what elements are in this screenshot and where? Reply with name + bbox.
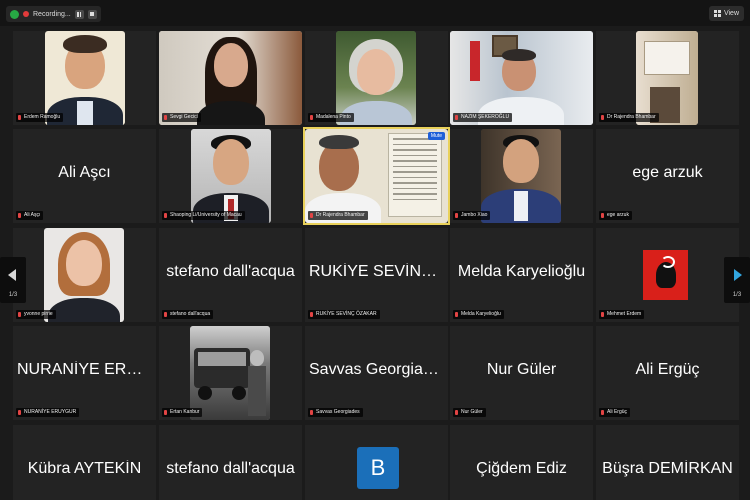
participant-video xyxy=(159,31,302,125)
participant-tile[interactable]: Dr Rajendra Bhambar xyxy=(596,31,739,125)
participant-tile[interactable]: Savvas Georgiades Savvas Georgiades xyxy=(305,326,448,420)
active-speaker-tile[interactable]: Mute Dr Rajendra Bhambar xyxy=(303,127,450,225)
page-indicator: 1/3 xyxy=(8,292,18,298)
previous-page-button[interactable]: 1/3 xyxy=(0,257,26,303)
participant-tile[interactable]: Büşra DEMİRKAN xyxy=(596,425,739,500)
next-page-button[interactable]: 1/3 xyxy=(724,257,750,303)
view-button[interactable]: View xyxy=(708,6,744,21)
participant-name: NAZIM ŞEKEROĞLU xyxy=(453,113,513,122)
participant-tile[interactable]: Nur Güler Nur Güler xyxy=(450,326,593,420)
participant-tile[interactable]: stefano dall'acqua xyxy=(159,425,302,500)
participant-name: RUKİYE SEVİNÇ ÖZAKAR xyxy=(308,310,380,319)
participant-tile[interactable]: Ertan Kanbur xyxy=(159,326,302,420)
participant-tile[interactable]: Mehmet Erdem xyxy=(596,228,739,322)
participant-video xyxy=(450,31,593,125)
participant-name: yvonne pirrie xyxy=(16,310,56,319)
participant-name: Melda Karyelioğlu xyxy=(453,310,504,319)
participant-name: stefano dall'acqua xyxy=(162,310,214,319)
participant-display-name: Nur Güler xyxy=(486,361,557,378)
participant-tile[interactable]: NURANİYE ERUY... NURANİYE ERUYGUR xyxy=(13,326,156,420)
shared-video xyxy=(305,129,448,223)
participant-tile[interactable]: Çiğdem Ediz xyxy=(450,425,593,500)
participant-tile[interactable]: Ali Aşcı Ali Aşçı xyxy=(13,129,156,223)
participant-name: ege arzuk xyxy=(599,211,632,220)
participant-video xyxy=(636,31,698,125)
participant-display-name: stefano dall'acqua xyxy=(166,263,295,280)
participant-name: Mehmet Erdem xyxy=(599,310,645,319)
participant-tile[interactable]: Madalena Pinto xyxy=(305,31,448,125)
mute-badge[interactable]: Mute xyxy=(427,132,445,140)
meeting-top-bar: Recording... View xyxy=(0,0,750,26)
participant-display-name: Savvas Georgiades xyxy=(309,361,444,378)
participant-tile[interactable]: Kübra AYTEKİN xyxy=(13,425,156,500)
participant-tile[interactable]: Melda Karyelioğlu Melda Karyelioğlu xyxy=(450,228,593,322)
participant-display-name: NURANİYE ERUY... xyxy=(17,361,152,378)
participant-name: Jambo Xiao xyxy=(453,211,491,220)
participant-tile[interactable]: Jambo Xiao xyxy=(450,129,593,223)
participant-display-name: Ali Ergüç xyxy=(635,361,700,378)
participant-name: Ali Aşçı xyxy=(16,211,44,220)
participant-display-name: stefano dall'acqua xyxy=(166,460,295,477)
recording-label: Recording... xyxy=(33,10,71,18)
participant-video xyxy=(481,129,561,223)
participant-display-name: ege arzuk xyxy=(632,164,703,181)
participant-name: NURANİYE ERUYGUR xyxy=(16,408,80,417)
participant-name: Erdem Ramoğlu xyxy=(16,113,64,122)
participant-tile[interactable]: stefano dall'acqua stefano dall'acqua xyxy=(159,228,302,322)
participant-video xyxy=(190,326,270,420)
participant-tile[interactable]: yvonne pirrie xyxy=(13,228,156,322)
participant-video xyxy=(336,31,416,125)
participant-video xyxy=(191,129,271,223)
participant-display-name: Ali Aşcı xyxy=(58,164,111,181)
participant-display-name: Çiğdem Ediz xyxy=(476,460,567,477)
stop-recording-icon[interactable] xyxy=(87,9,97,19)
participant-name: Ertan Kanbur xyxy=(162,408,203,417)
chevron-left-icon xyxy=(8,269,16,281)
participant-avatar: B xyxy=(357,447,399,489)
grid-view-icon xyxy=(713,10,721,17)
participant-tile[interactable]: B xyxy=(305,425,448,500)
participant-video xyxy=(45,31,125,125)
participant-name: Sevgi Gecici xyxy=(162,113,201,122)
recording-dot-icon xyxy=(23,11,29,17)
chevron-right-icon xyxy=(734,269,742,281)
participant-display-name: Büşra DEMİRKAN xyxy=(602,460,733,477)
participant-name: Dr Rajendra Bhambar xyxy=(599,113,659,122)
security-shield-icon xyxy=(10,9,19,19)
participant-name: Shaoping Li/University of Macau xyxy=(162,211,245,220)
participant-tile[interactable]: NAZIM ŞEKEROĞLU xyxy=(450,31,593,125)
participant-name: Dr Rajendra Bhambar xyxy=(308,211,368,220)
participant-display-name: Kübra AYTEKİN xyxy=(27,460,142,477)
recording-indicator[interactable]: Recording... xyxy=(6,6,101,22)
participant-tile[interactable]: Erdem Ramoğlu xyxy=(13,31,156,125)
participant-tile[interactable]: Shaoping Li/University of Macau xyxy=(159,129,302,223)
participant-tile[interactable]: ege arzuk ege arzuk xyxy=(596,129,739,223)
participant-tile[interactable]: Ali Ergüç Ali Ergüç xyxy=(596,326,739,420)
participant-tile[interactable]: Sevgi Gecici xyxy=(159,31,302,125)
participant-display-name: Melda Karyelioğlu xyxy=(457,263,586,280)
participant-name: Ali Ergüç xyxy=(599,408,631,417)
shared-document xyxy=(388,133,442,217)
profile-logo-icon xyxy=(643,250,688,300)
page-indicator: 1/3 xyxy=(732,292,742,298)
pause-recording-icon[interactable] xyxy=(74,9,84,19)
participant-video xyxy=(44,228,124,322)
participant-tile[interactable]: RUKİYE SEVİNÇ Ö... RUKİYE SEVİNÇ ÖZAKAR xyxy=(305,228,448,322)
participant-name: Nur Güler xyxy=(453,408,486,417)
view-button-label: View xyxy=(723,10,739,17)
participant-name: Savvas Georgiades xyxy=(308,408,363,417)
participant-display-name: RUKİYE SEVİNÇ Ö... xyxy=(309,263,444,280)
participant-name: Madalena Pinto xyxy=(308,113,354,122)
